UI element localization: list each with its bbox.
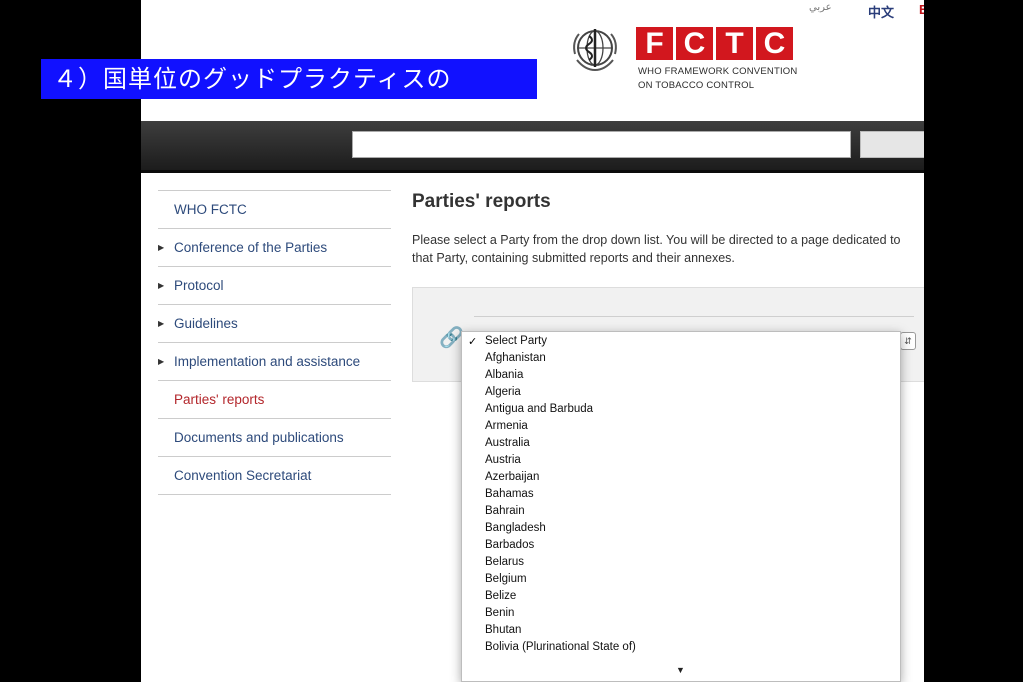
sidebar-item-guidelines[interactable]: ▶ Guidelines xyxy=(158,305,391,343)
lang-english-link[interactable]: E xyxy=(919,2,924,17)
sidebar-item-label: Documents and publications xyxy=(174,430,344,445)
dropdown-option[interactable]: Armenia xyxy=(485,418,528,435)
expand-arrow-icon: ▶ xyxy=(158,243,165,252)
sidebar-item-secretariat[interactable]: Convention Secretariat xyxy=(158,457,391,495)
fctc-letter: F xyxy=(636,27,673,60)
intro-text: Please select a Party from the drop down… xyxy=(412,233,901,265)
select-stepper-icon[interactable]: ⇵ xyxy=(900,332,916,350)
dropdown-option[interactable]: Bangladesh xyxy=(485,520,546,537)
lang-chinese-link[interactable]: 中文 xyxy=(868,2,894,21)
sidebar-item-label: Protocol xyxy=(174,278,224,293)
sidebar-item-label: Guidelines xyxy=(174,316,238,331)
party-dropdown-list[interactable]: ✓ Select Party Afghanistan Albania Alger… xyxy=(461,331,901,682)
fctc-letter: C xyxy=(676,27,713,60)
slide-caption: ４）国単位のグッドプラクティスの xyxy=(41,59,537,99)
sidebar-item-implementation[interactable]: ▶ Implementation and assistance xyxy=(158,343,391,381)
sidebar-item-parties-reports[interactable]: Parties' reports xyxy=(158,381,391,419)
dropdown-option[interactable]: Azerbaijan xyxy=(485,469,539,486)
who-emblem-icon xyxy=(573,29,617,72)
sidebar-item-who-fctc[interactable]: WHO FCTC xyxy=(158,191,391,229)
fctc-letter: T xyxy=(716,27,753,60)
search-input[interactable] xyxy=(352,131,851,158)
expand-arrow-icon: ▶ xyxy=(158,281,165,290)
dropdown-option[interactable]: Antigua and Barbuda xyxy=(485,401,593,418)
dropdown-option[interactable]: Albania xyxy=(485,367,523,384)
dropdown-option[interactable]: Bhutan xyxy=(485,622,521,639)
dropdown-option[interactable]: Benin xyxy=(485,605,514,622)
dropdown-option[interactable]: Bahrain xyxy=(485,503,525,520)
dropdown-option[interactable]: Belize xyxy=(485,588,516,605)
sidebar-item-label: Parties' reports xyxy=(174,392,265,407)
dropdown-option[interactable]: Austria xyxy=(485,452,521,469)
expand-arrow-icon: ▶ xyxy=(158,319,165,328)
dropdown-option-selected[interactable]: Select Party xyxy=(485,333,547,350)
scroll-down-arrow-icon[interactable]: ▼ xyxy=(676,665,685,675)
lang-arabic-link[interactable]: عربي xyxy=(809,2,832,13)
dropdown-option[interactable]: Algeria xyxy=(485,384,521,401)
dropdown-option[interactable]: Bahamas xyxy=(485,486,534,503)
fctc-tagline-line1: WHO FRAMEWORK CONVENTION xyxy=(638,66,798,77)
expand-arrow-icon: ▶ xyxy=(158,357,165,366)
sidebar-item-protocol[interactable]: ▶ Protocol xyxy=(158,267,391,305)
dropdown-option[interactable]: Afghanistan xyxy=(485,350,546,367)
sidebar-nav: WHO FCTC ▶ Conference of the Parties ▶ P… xyxy=(158,190,391,495)
top-navbar: S xyxy=(141,121,924,173)
sidebar-item-conference[interactable]: ▶ Conference of the Parties xyxy=(158,229,391,267)
dropdown-option[interactable]: Belgium xyxy=(485,571,527,588)
dropdown-option[interactable]: Australia xyxy=(485,435,530,452)
sidebar-item-label: WHO FCTC xyxy=(174,202,247,217)
fctc-tagline: WHO FRAMEWORK CONVENTION ON TOBACCO CONT… xyxy=(638,65,797,93)
check-icon: ✓ xyxy=(468,336,478,348)
fctc-tagline-line2: ON TOBACCO CONTROL xyxy=(638,80,755,91)
dropdown-option[interactable]: Belarus xyxy=(485,554,524,571)
fctc-letter: C xyxy=(756,27,793,60)
sidebar-item-label: Implementation and assistance xyxy=(174,354,361,369)
sidebar-item-label: Conference of the Parties xyxy=(174,240,328,255)
sidebar-item-label: Convention Secretariat xyxy=(174,468,312,483)
dropdown-option[interactable]: Barbados xyxy=(485,537,534,554)
sidebar-item-documents[interactable]: Documents and publications xyxy=(158,419,391,457)
dropdown-option[interactable]: Bolivia (Plurinational State of) xyxy=(485,639,636,656)
search-button[interactable]: S xyxy=(860,131,924,158)
page-title: Parties' reports xyxy=(412,191,551,212)
fctc-logo: F C T C xyxy=(636,27,793,60)
form-divider xyxy=(474,316,914,317)
